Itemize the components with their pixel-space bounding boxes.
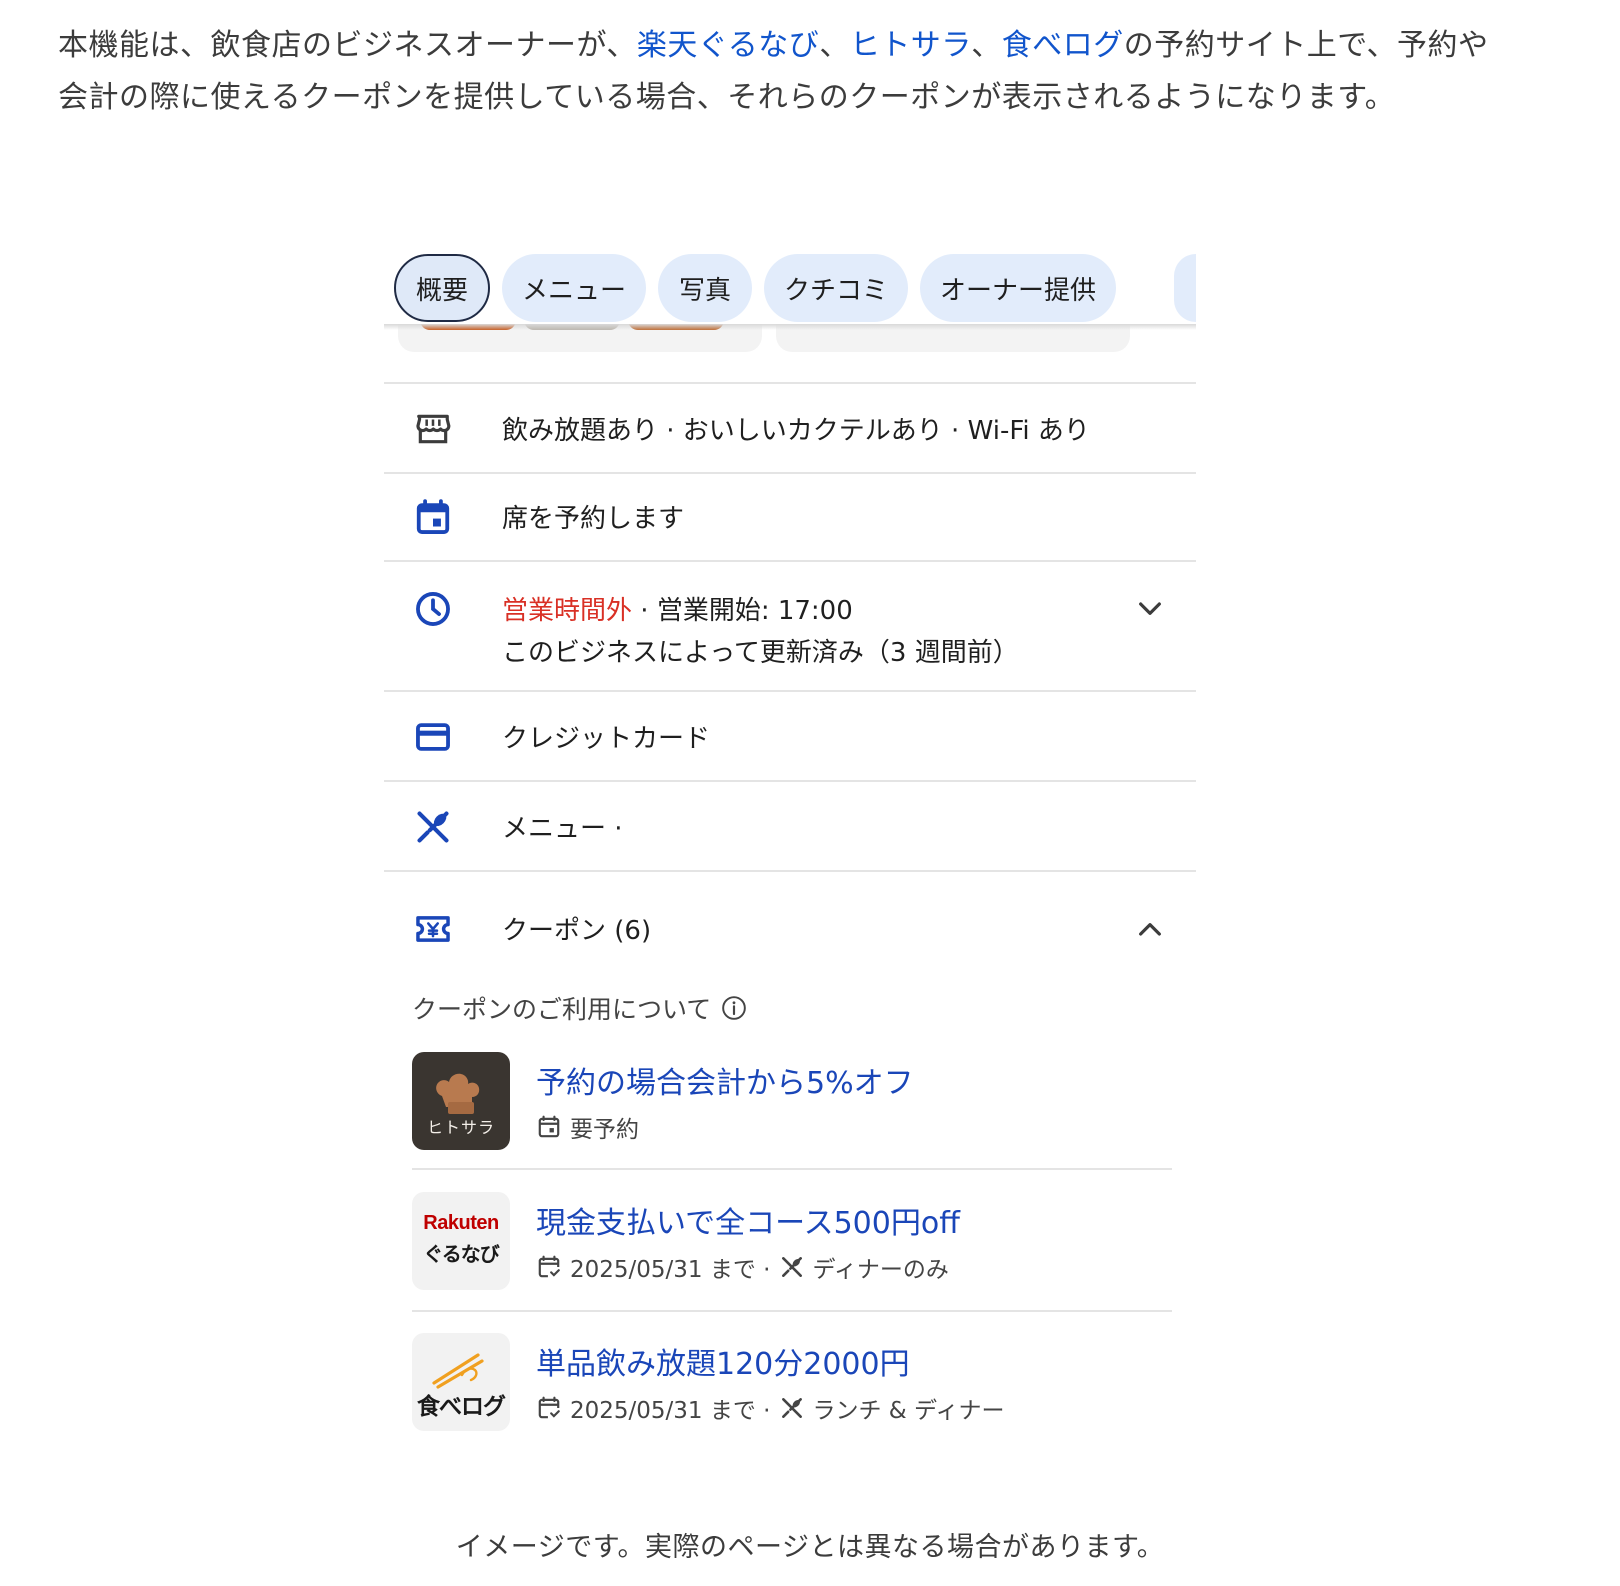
hours-closed-status: 営業時間外	[502, 596, 633, 626]
calendar-outline-icon	[538, 1115, 560, 1138]
calendar-event-icon	[538, 1396, 560, 1419]
link-tabelog[interactable]: 食べログ	[1002, 28, 1124, 63]
hitosara-logo-text: ヒトサラ	[426, 1118, 495, 1137]
payment-text: クレジットカード	[502, 724, 711, 754]
coupon-meta: 2025/05/31 まで · ランチ & ディナー	[536, 1391, 1004, 1425]
coupon-meal-time: ランチ & ディナー	[812, 1398, 1005, 1424]
credit-card-icon	[416, 723, 450, 751]
tab-overflow-chip[interactable]	[1174, 254, 1196, 322]
storefront-icon	[416, 414, 451, 444]
tab-label: メニュー	[521, 275, 626, 306]
coupons-count-text: クーポン (6)	[502, 916, 652, 946]
reserve-text: 席を予約します	[502, 504, 685, 534]
chevron-down-icon[interactable]	[1134, 592, 1166, 624]
tab-label: 写真	[678, 275, 731, 306]
tab-label: クチコミ	[783, 275, 888, 306]
hours-separator: ·	[632, 596, 657, 626]
coupon-title[interactable]: 現金支払いで全コース500円off	[536, 1198, 960, 1242]
coupon-meta: 要予約	[536, 1110, 639, 1144]
link-rakuten-gurunavi[interactable]: 楽天ぐるなび	[637, 28, 819, 63]
row-reserve-table[interactable]: 席を予約します	[384, 472, 1196, 560]
tab-reviews[interactable]: クチコミ	[764, 254, 908, 322]
chevron-up-icon[interactable]	[1134, 914, 1166, 946]
rakuten-logo-text: Rakuten	[423, 1212, 499, 1234]
intro-paragraph: 本機能は、飲食店のビジネスオーナーが、楽天ぐるなび、ヒトサラ、食べログの予約サイ…	[58, 20, 1518, 124]
hours-opening-time: 営業開始: 17:00	[656, 596, 853, 626]
coupon-usage-info[interactable]: クーポンのご利用について	[412, 990, 747, 1026]
coupon-expiry: 2025/05/31 まで ·	[570, 1398, 771, 1424]
gurunavi-logo-text: ぐるなび	[423, 1242, 500, 1266]
intro-separator: 、	[819, 28, 850, 63]
coupon-title[interactable]: 単品飲み放題120分2000円	[536, 1339, 910, 1383]
info-icon[interactable]	[721, 995, 747, 1021]
utensils-small-icon	[781, 1257, 802, 1277]
tab-overview[interactable]: 概要	[394, 254, 490, 322]
coupon-expiry: 2025/05/31 まで ·	[570, 1257, 771, 1283]
coupon-requirement: 要予約	[570, 1117, 639, 1143]
row-menu[interactable]: メニュー ·	[384, 780, 1196, 870]
coupon-item-tabelog[interactable]: 食べログ 単品飲み放題120分2000円 2025/05/31 まで · ランチ…	[412, 1333, 1172, 1453]
hours-status-line: 営業時間外 · 営業開始: 17:00	[502, 590, 853, 627]
scrolled-content-peek	[384, 324, 1196, 364]
calendar-icon	[416, 499, 450, 534]
coupon-meta: 2025/05/31 まで · ディナーのみ	[536, 1250, 949, 1284]
utensils-icon	[417, 811, 449, 843]
chip-row-shadow	[384, 324, 1196, 330]
row-amenities[interactable]: 飲み放題あり · おいしいカクテルあり · Wi-Fi あり	[384, 382, 1196, 472]
hours-updated-text: このビジネスによって更新済み（3 週間前）	[502, 638, 1019, 668]
row-coupons[interactable]: クーポン (6)	[384, 870, 1196, 982]
tab-owner-provided[interactable]: オーナー提供	[920, 254, 1116, 322]
tab-menu[interactable]: メニュー	[502, 254, 646, 322]
rakuten-gurunavi-logo: Rakuten ぐるなび	[412, 1192, 510, 1290]
tab-label: 概要	[415, 275, 468, 306]
coupon-meal-time: ディナーのみ	[812, 1257, 949, 1283]
coupon-icon	[416, 916, 450, 942]
intro-separator: 、	[971, 28, 1002, 63]
hitosara-logo: ヒトサラ	[412, 1052, 510, 1150]
coupon-item-hitosara[interactable]: ヒトサラ 予約の場合会計から5%オフ 要予約	[412, 1052, 1172, 1170]
coupon-usage-text: クーポンのご利用について	[412, 995, 712, 1024]
clock-icon	[416, 592, 450, 626]
tab-photos[interactable]: 写真	[658, 254, 752, 322]
intro-text-start: 本機能は、飲食店のビジネスオーナーが、	[58, 28, 637, 63]
link-hitosara[interactable]: ヒトサラ	[850, 28, 971, 63]
tabelog-logo-text: 食べログ	[417, 1394, 506, 1420]
coupon-item-rakuten-gurunavi[interactable]: Rakuten ぐるなび 現金支払いで全コース500円off 2025/05/3…	[412, 1192, 1172, 1312]
row-hours[interactable]: 営業時間外 · 営業開始: 17:00 このビジネスによって更新済み（3 週間前…	[384, 560, 1196, 690]
amenities-text: 飲み放題あり · おいしいカクテルあり · Wi-Fi あり	[502, 416, 1090, 446]
calendar-event-icon	[538, 1255, 560, 1278]
place-panel-screenshot: 概要 メニュー 写真 クチコミ オーナー提供 飲み放題あり · おいしいカクテル…	[384, 240, 1196, 1500]
tab-label: オーナー提供	[939, 275, 1096, 306]
tabelog-logo: 食べログ	[412, 1333, 510, 1431]
tab-chip-row: 概要 メニュー 写真 クチコミ オーナー提供	[384, 254, 1196, 324]
menu-text: メニュー ·	[502, 814, 623, 844]
utensils-small-icon	[781, 1398, 802, 1418]
row-payment[interactable]: クレジットカード	[384, 690, 1196, 780]
image-caption: イメージです。実際のページとは異なる場合があります。	[455, 1532, 1165, 1563]
coupon-title[interactable]: 予約の場合会計から5%オフ	[536, 1058, 914, 1102]
